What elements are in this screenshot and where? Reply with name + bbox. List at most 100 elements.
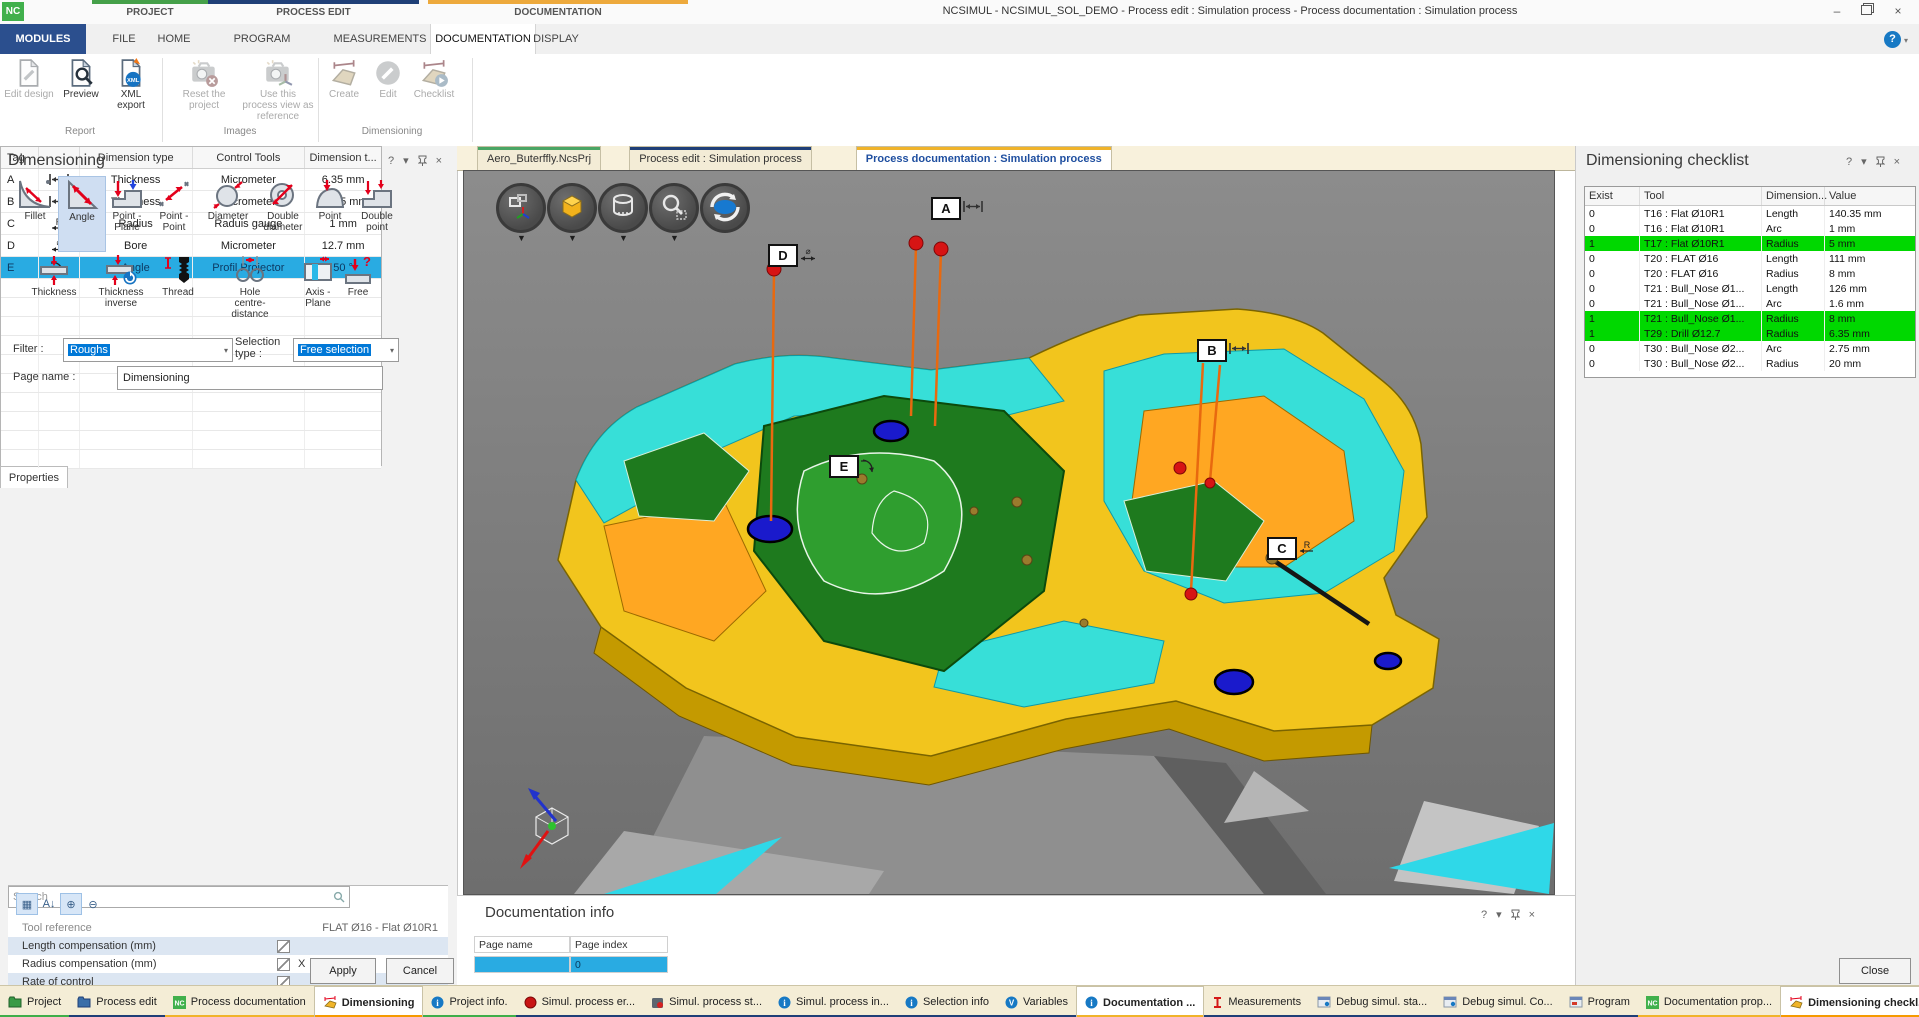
formula-icon[interactable]	[277, 940, 290, 953]
solid-cube-icon[interactable]	[547, 183, 597, 233]
checklist-row[interactable]: 1T29 : Drill Ø12.7Radius6.35 mm	[1585, 326, 1915, 341]
taskbar-item-documentation-prop-[interactable]: NCDocumentation prop...	[1638, 986, 1780, 1017]
close-panel-button[interactable]: Close	[1839, 958, 1911, 984]
apply-button[interactable]: Apply	[310, 958, 376, 984]
stock-cylinder-icon[interactable]	[598, 183, 648, 233]
tool-double-diameter[interactable]: Double diameter	[260, 176, 306, 250]
collapse-icon[interactable]: ▾	[1861, 155, 1867, 168]
viewport-tab-process-edit-simulation-process[interactable]: Process edit : Simulation process	[629, 146, 812, 170]
close-button[interactable]: ×	[1887, 4, 1909, 20]
views-icon[interactable]	[496, 183, 546, 233]
checklist-row[interactable]: 0T30 : Bull_Nose Ø2...Arc2.75 mm	[1585, 341, 1915, 356]
formula-icon[interactable]	[277, 958, 290, 971]
collapse-icon[interactable]: ▾	[1496, 908, 1502, 921]
xml-export-button[interactable]: XMLXML export	[106, 58, 156, 111]
tab-home[interactable]: HOME	[138, 24, 210, 54]
close-icon[interactable]: ×	[1529, 909, 1535, 921]
chevron-down-icon[interactable]: ▼	[670, 233, 679, 243]
tool-fillet[interactable]: Fillet	[12, 176, 58, 250]
close-icon[interactable]: ×	[436, 155, 442, 167]
chevron-down-icon[interactable]: ▾	[1904, 36, 1908, 45]
tool-diameter[interactable]: Diameter	[205, 176, 251, 250]
pin-icon[interactable]	[1876, 156, 1885, 167]
filter-dropdown[interactable]: Roughs▾	[63, 338, 233, 362]
taskbar-item-simul-process-in-[interactable]: iSimul. process in...	[770, 986, 897, 1017]
taskbar-item-debug-simul-sta-[interactable]: Debug simul. sta...	[1309, 986, 1435, 1017]
tool-angle[interactable]: Angle	[58, 176, 106, 252]
close-icon[interactable]: ×	[1894, 156, 1900, 168]
page-name-input[interactable]: Dimensioning	[117, 366, 383, 390]
taskbar-item-dimensioning[interactable]: Dimensioning	[314, 986, 424, 1017]
expand-all-icon[interactable]: ⊕	[60, 893, 82, 915]
page-name-cell[interactable]	[474, 956, 570, 973]
checklist-row[interactable]: 0T21 : Bull_Nose Ø1...Arc1.6 mm	[1585, 296, 1915, 311]
tool-thickness[interactable]: Thickness	[31, 252, 77, 328]
tool-thickness-inverse[interactable]: Thickness inverse	[98, 252, 144, 328]
tab-modules[interactable]: MODULES	[0, 24, 86, 54]
tool-point[interactable]: Point	[307, 176, 353, 250]
help-icon[interactable]: ?	[388, 155, 394, 167]
categorized-view-icon[interactable]: ▦	[16, 893, 38, 915]
refresh-view-icon[interactable]	[700, 183, 750, 233]
checklist-row[interactable]: 0T21 : Bull_Nose Ø1...Length126 mm	[1585, 281, 1915, 296]
taskbar-item-simul-process-st-[interactable]: Simul. process st...	[643, 986, 770, 1017]
property-row-length-compensation-mm-[interactable]: Length compensation (mm)	[8, 937, 448, 955]
taskbar-item-project[interactable]: Project	[0, 986, 69, 1017]
taskbar-item-variables[interactable]: VVariables	[997, 986, 1076, 1017]
chevron-down-icon[interactable]: ▼	[568, 233, 577, 243]
taskbar-item-simul-process-er-[interactable]: Simul. process er...	[516, 986, 644, 1017]
help-icon[interactable]: ?	[1481, 909, 1487, 921]
taskbar-item-dimensioning-checkl-[interactable]: Dimensioning checkl...	[1780, 986, 1919, 1017]
property-row-radius-compensation-mm-[interactable]: Radius compensation (mm)X	[8, 955, 448, 973]
pin-icon[interactable]	[1511, 909, 1520, 920]
tool-double-point[interactable]: Double point	[354, 176, 400, 250]
taskbar-item-selection-info[interactable]: iSelection info	[897, 986, 997, 1017]
restore-button[interactable]	[1855, 4, 1877, 20]
checklist-row[interactable]: 0T16 : Flat Ø10R1Length140.35 mm	[1585, 206, 1915, 221]
tool-thread[interactable]: Thread	[155, 252, 201, 328]
dimension-tag-B[interactable]: B	[1197, 339, 1227, 362]
tool-hole-centre[interactable]: Hole centre-distance	[227, 252, 273, 328]
checklist-row[interactable]: 0T20 : FLAT Ø16Length111 mm	[1585, 251, 1915, 266]
checklist-row[interactable]: 1T21 : Bull_Nose Ø1...Radius8 mm	[1585, 311, 1915, 326]
taskbar-item-debug-simul-co-[interactable]: Debug simul. Co...	[1435, 986, 1560, 1017]
chevron-down-icon[interactable]: ▼	[619, 233, 628, 243]
checklist-row[interactable]: 0T20 : FLAT Ø16Radius8 mm	[1585, 266, 1915, 281]
dimension-tag-C[interactable]: C	[1267, 537, 1297, 560]
3d-viewport[interactable]: ▼▼▼▼ ABCRD⌀E	[463, 170, 1555, 895]
dimension-tag-D[interactable]: D	[768, 244, 798, 267]
taskbar-item-process-edit[interactable]: Process edit	[69, 986, 165, 1017]
chevron-down-icon[interactable]: ▼	[517, 233, 526, 243]
sort-az-icon[interactable]: A↓	[38, 893, 60, 915]
property-row-tool-reference[interactable]: Tool referenceFLAT Ø16 - Flat Ø10R1	[8, 919, 448, 937]
tab-display[interactable]: DISPLAY	[520, 24, 592, 54]
taskbar-item-program[interactable]: Program	[1561, 986, 1638, 1017]
preview-button[interactable]: Preview	[58, 58, 104, 100]
viewport-tab-aero-buterffly-ncsprj[interactable]: Aero_Buterffly.NcsPrj	[477, 146, 601, 170]
zoom-icon[interactable]	[649, 183, 699, 233]
help-icon[interactable]: ?	[1884, 31, 1901, 48]
tab-measurements[interactable]: MEASUREMENTS	[324, 24, 436, 54]
page-index-cell[interactable]: 0	[570, 956, 668, 973]
taskbar-item-process-documentation[interactable]: NCProcess documentation	[165, 986, 314, 1017]
pin-icon[interactable]	[418, 155, 427, 166]
taskbar-item-project-info-[interactable]: iProject info.	[423, 986, 515, 1017]
tab-properties[interactable]: Properties	[0, 466, 68, 488]
help-icon[interactable]: ?	[1846, 156, 1852, 168]
taskbar-item-documentation-[interactable]: iDocumentation ...	[1076, 986, 1204, 1017]
cancel-button[interactable]: Cancel	[386, 958, 454, 984]
tool-free[interactable]: ?Free	[335, 252, 381, 328]
dimension-tag-E[interactable]: E	[829, 455, 859, 478]
selection-type-dropdown[interactable]: Free selection▾	[293, 338, 399, 362]
tab-program[interactable]: PROGRAM	[212, 24, 312, 54]
taskbar-item-measurements[interactable]: Measurements	[1204, 986, 1309, 1017]
viewport-tab-process-documentation-simulation-process[interactable]: Process documentation : Simulation proce…	[856, 146, 1112, 170]
checklist-row[interactable]: 0T30 : Bull_Nose Ø2...Radius20 mm	[1585, 356, 1915, 371]
collapse-all-icon[interactable]: ⊖	[82, 893, 104, 915]
minimize-button[interactable]: –	[1826, 4, 1848, 20]
tool-point-plane[interactable]: Point - Plane	[104, 176, 150, 250]
collapse-icon[interactable]: ▾	[403, 154, 409, 167]
checklist-row[interactable]: 0T16 : Flat Ø10R1Arc1 mm	[1585, 221, 1915, 236]
checklist-row[interactable]: 1T17 : Flat Ø10R1Radius5 mm	[1585, 236, 1915, 251]
dimension-tag-A[interactable]: A	[931, 197, 961, 220]
